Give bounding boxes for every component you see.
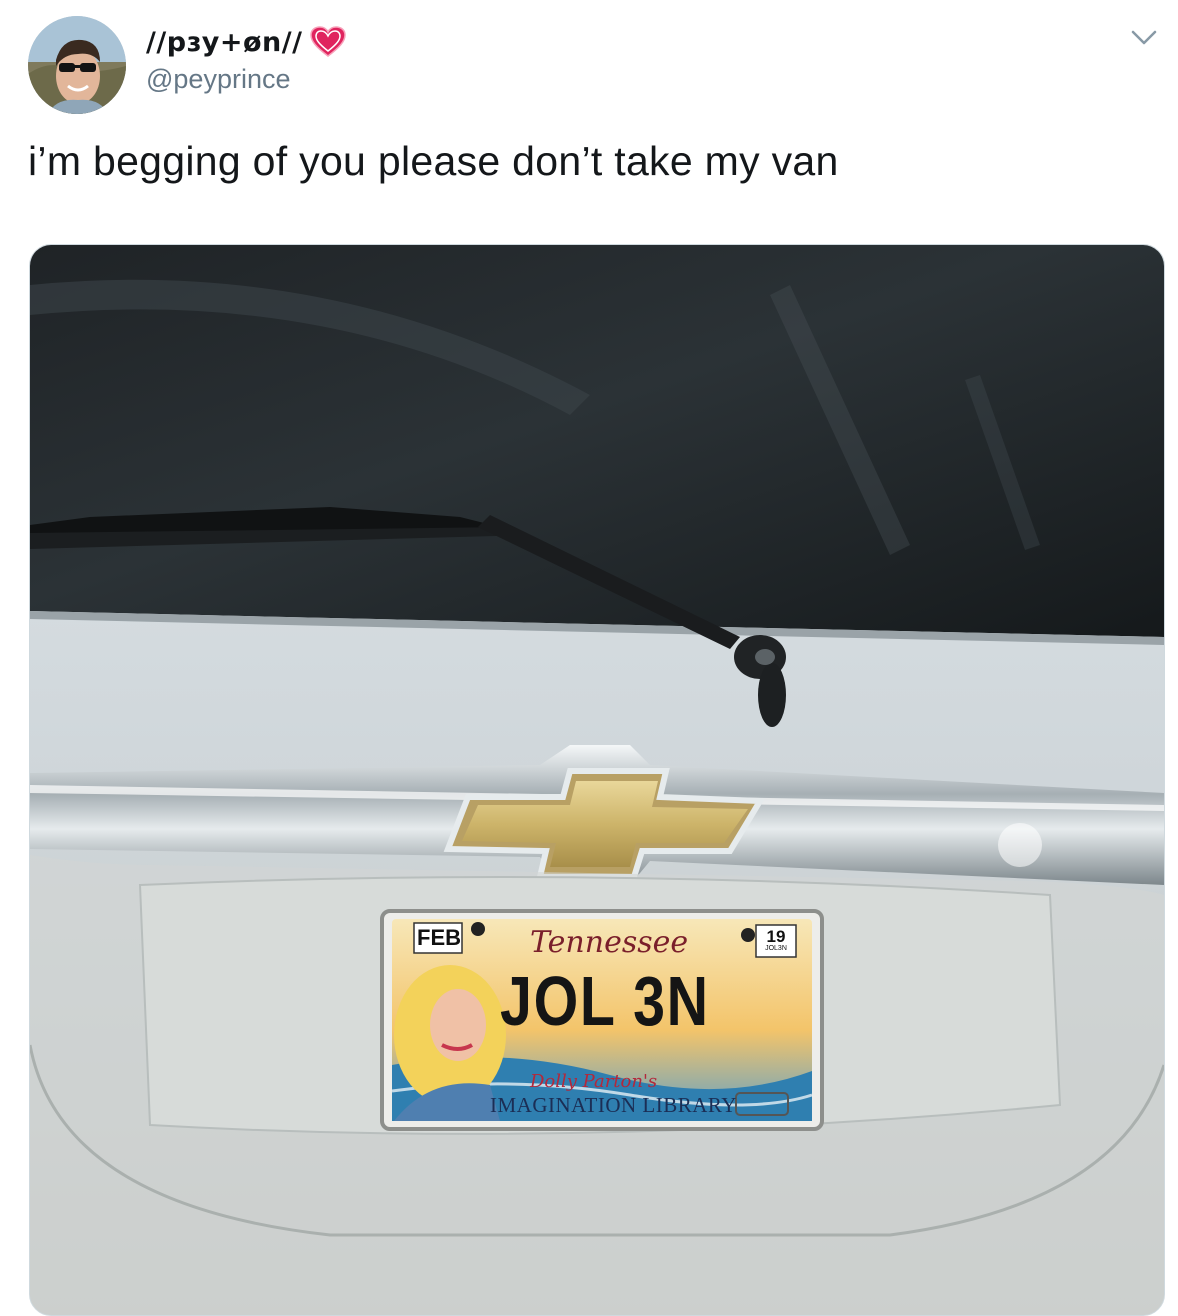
plate-year: 19 bbox=[766, 927, 786, 946]
plate-number: JOL 3N bbox=[500, 962, 710, 1040]
van-rear-photo bbox=[30, 245, 1164, 1315]
user-info: //pɜy+øn// @peyprince bbox=[146, 22, 347, 95]
user-handle[interactable]: @peyprince bbox=[146, 64, 346, 95]
heart-icon bbox=[310, 26, 347, 58]
chevron-down-icon[interactable] bbox=[1130, 28, 1158, 48]
plate-sponsor-line1: Dolly Parton's bbox=[530, 1071, 658, 1092]
avatar[interactable] bbox=[28, 16, 126, 114]
tweet-text: i’m begging of you please don’t take my … bbox=[28, 138, 839, 184]
tweet-photo[interactable]: FEB Tennessee 19 JOL3N JOL 3N Dolly Part… bbox=[29, 244, 1165, 1316]
display-name-row: //pɜy+øn// bbox=[146, 22, 347, 62]
plate-month: FEB bbox=[417, 925, 461, 950]
plate-sticker-code: JOL3N bbox=[765, 945, 787, 952]
display-name[interactable]: //pɜy+øn// bbox=[146, 27, 302, 58]
plate-sponsor-line2: IMAGINATION LIBRARY bbox=[490, 1093, 737, 1117]
tweet-card: //pɜy+øn// @peyprince i’m begging of you… bbox=[0, 0, 1178, 1316]
avatar-photo-icon bbox=[28, 16, 126, 114]
plate-state: Tennessee bbox=[530, 925, 689, 960]
